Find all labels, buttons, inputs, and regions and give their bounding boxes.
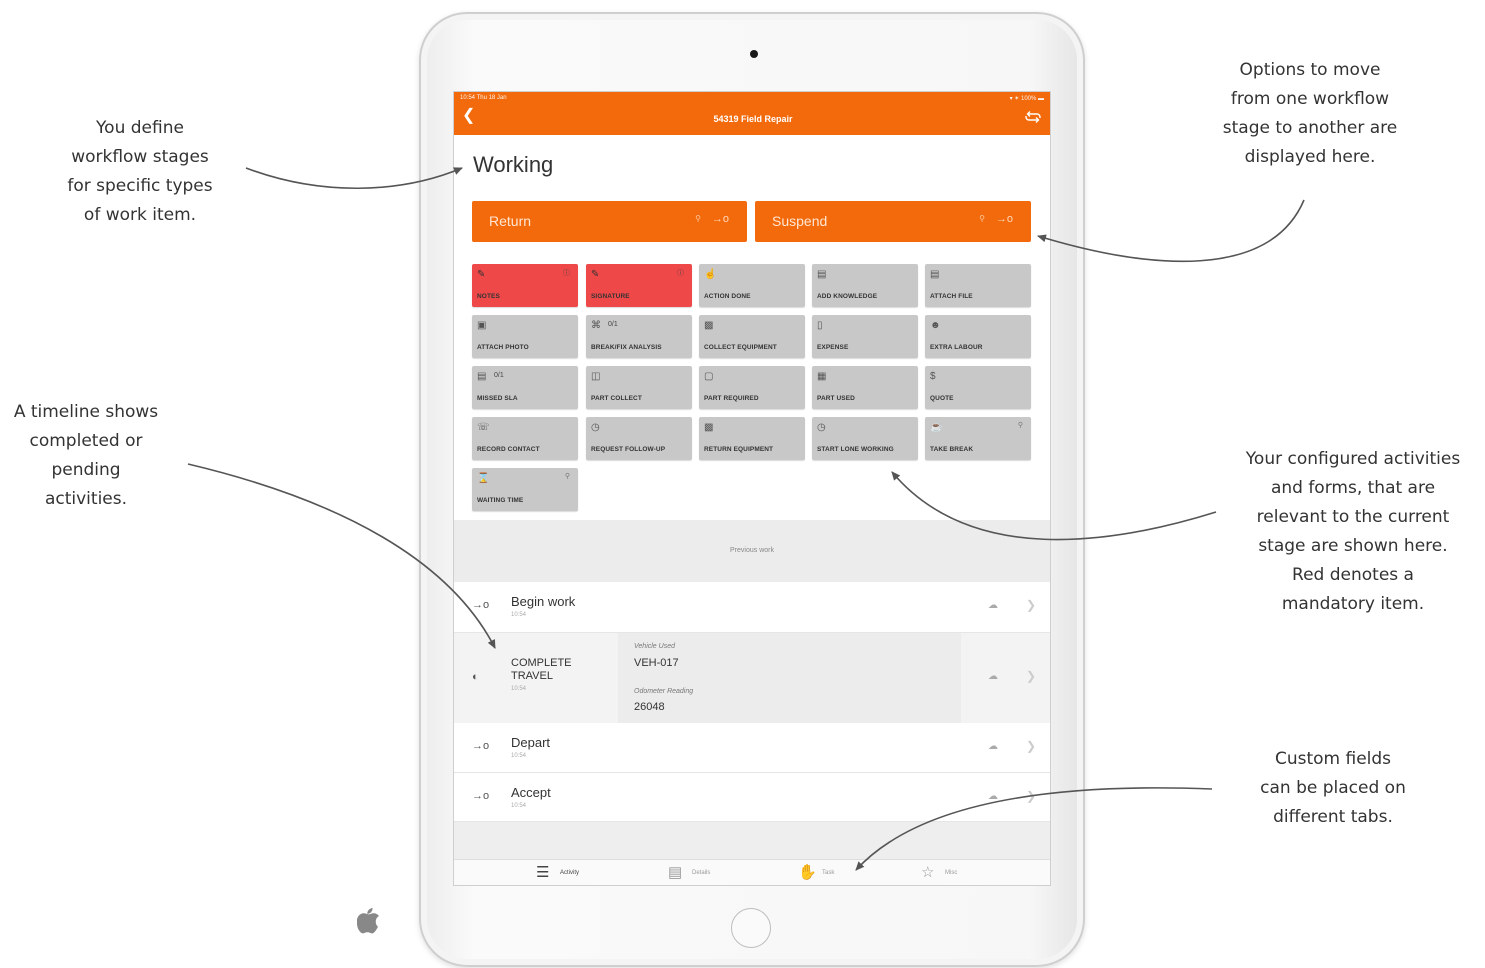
sync-icon[interactable] — [1024, 109, 1042, 125]
location-pin-icon: ⚲ — [979, 214, 985, 223]
activity-part-required[interactable]: ▢ PART REQUIRED — [699, 366, 805, 409]
activity-notes[interactable]: ✎ ⓘ NOTES — [472, 264, 578, 307]
stage-title: Working — [473, 152, 554, 177]
suspend-button[interactable]: Suspend ⚲ →o — [755, 201, 1031, 242]
app-header-bar: 10:54 Thu 18 Jan ▾ ✶ 100% ▬ ❮ 54319 Fiel… — [454, 92, 1050, 135]
signature-icon: ✎ — [591, 269, 600, 280]
chevron-right-icon[interactable]: ❯ — [1026, 739, 1036, 753]
worker-icon: ☻ — [930, 320, 941, 331]
contact-icon: ☏ — [477, 422, 490, 433]
location-pin-icon: ⚲ — [564, 473, 570, 480]
job-title: 54319 Field Repair — [713, 114, 793, 124]
timeline-row-begin-work[interactable]: →o Begin work 10:54 ☁ ❯ — [454, 582, 1050, 633]
document-icon: ▤ — [817, 269, 827, 280]
tab-bar: ☰ Activity ▤ Details ✋ Task ☆ Misc — [454, 859, 1050, 885]
alarm-icon: ◷ — [591, 422, 600, 433]
timeline-row-complete-travel[interactable]: Vehicle Used VEH-017 Odometer Reading 26… — [454, 633, 1050, 723]
hourglass-icon: ⌛ — [477, 473, 490, 484]
annotation-custom-fields: Custom fields can be placed on different… — [1260, 749, 1406, 827]
file-icon: ▤ — [930, 269, 940, 280]
activity-collect-equipment[interactable]: ▩ COLLECT EQUIPMENT — [699, 315, 805, 358]
apple-logo-icon — [357, 908, 379, 934]
previous-work-label: Previous work — [730, 547, 774, 554]
timeline-row-depart[interactable]: →o Depart 10:54 ☁ ❯ — [454, 723, 1050, 773]
timeline-row-accept[interactable]: →o Accept 10:54 ☁ ❯ — [454, 773, 1050, 822]
activity-break-fix-analysis[interactable]: ⌘ 0/1 BREAK/FIX ANALYSIS — [586, 315, 692, 358]
chevron-right-icon[interactable]: ❯ — [1026, 669, 1036, 683]
arrow-transition-icon: →o — [995, 213, 1013, 225]
chevron-right-icon[interactable]: ❯ — [1026, 598, 1036, 612]
activity-extra-labour[interactable]: ☻ EXTRA LABOUR — [925, 315, 1031, 358]
activity-attach-file[interactable]: ▤ ATTACH FILE — [925, 264, 1031, 307]
activity-quote[interactable]: $ QUOTE — [925, 366, 1031, 409]
money-icon: ▯ — [817, 320, 823, 331]
equipment-icon: ▩ — [704, 422, 714, 433]
activity-part-collect[interactable]: ◫ PART COLLECT — [586, 366, 692, 409]
activity-request-follow-up[interactable]: ◷ REQUEST FOLLOW-UP — [586, 417, 692, 460]
return-button[interactable]: Return ⚲ →o — [472, 201, 747, 242]
return-label: Return — [489, 213, 532, 229]
coffee-icon: ☕ — [930, 422, 943, 433]
camera-icon: ▣ — [477, 320, 487, 331]
alarm-icon: ◷ — [817, 422, 826, 433]
custom-fields-panel: Vehicle Used VEH-017 Odometer Reading 26… — [618, 633, 961, 723]
hand-icon: ✋ — [798, 864, 817, 881]
cloud-upload-icon: ☁ — [988, 791, 998, 802]
mandatory-icon: ⓘ — [563, 270, 570, 277]
document-icon: ▤ — [668, 864, 683, 881]
barcode-icon: ▦ — [817, 371, 827, 382]
annotation-timeline: A timeline shows completed or pending ac… — [13, 402, 159, 509]
tab-details[interactable]: ▤ Details — [668, 860, 748, 885]
annotation-transition-options: Options to move from one workflow stage … — [1222, 60, 1398, 167]
activity-part-used[interactable]: ▦ PART USED — [812, 366, 918, 409]
activity-record-contact[interactable]: ☏ RECORD CONTACT — [472, 417, 578, 460]
app-screen: 10:54 Thu 18 Jan ▾ ✶ 100% ▬ ❮ 54319 Fiel… — [453, 91, 1051, 886]
activity-count: 0/1 — [608, 321, 618, 328]
activity-waiting-time[interactable]: ⌛ ⚲ WAITING TIME — [472, 468, 578, 511]
cloud-upload-icon: ☁ — [988, 671, 998, 682]
box-icon: ▢ — [704, 371, 714, 382]
notes-icon: ✎ — [477, 269, 486, 280]
status-time: 10:54 Thu 18 Jan — [460, 95, 507, 101]
annotation-activities: Your configured activities and forms, th… — [1245, 449, 1461, 614]
tab-misc[interactable]: ☆ Misc — [921, 860, 1001, 885]
arrow-transition-icon: →o — [472, 599, 490, 611]
cloud-upload-icon: ☁ — [988, 600, 998, 611]
activity-start-lone-working[interactable]: ◷ START LONE WORKING — [812, 417, 918, 460]
timeline-end-band — [454, 822, 1050, 859]
activity-take-break[interactable]: ☕ ⚲ TAKE BREAK — [925, 417, 1031, 460]
mandatory-icon: ⓘ — [677, 270, 684, 277]
suspend-label: Suspend — [772, 213, 828, 229]
sla-icon: ▤ — [477, 371, 487, 382]
activity-return-equipment[interactable]: ▩ RETURN EQUIPMENT — [699, 417, 805, 460]
activity-expense[interactable]: ▯ EXPENSE — [812, 315, 918, 358]
hand-pointer-icon: ☝ — [704, 269, 717, 280]
activity-count: 0/1 — [494, 372, 504, 379]
location-pin-icon: ⚲ — [695, 214, 701, 223]
status-indicators: ▾ ✶ 100% ▬ — [1009, 96, 1044, 102]
arrow-transition-icon: →o — [472, 790, 490, 802]
arrow-transition-icon: →o — [472, 740, 490, 752]
activity-action-done[interactable]: ☝ ACTION DONE — [699, 264, 805, 307]
equipment-icon: ▩ — [704, 320, 714, 331]
wrench-icon: ⌘ — [591, 320, 601, 331]
activity-attach-photo[interactable]: ▣ ATTACH PHOTO — [472, 315, 578, 358]
cloud-upload-icon: ☁ — [988, 741, 998, 752]
activity-missed-sla[interactable]: ▤ 0/1 MISSED SLA — [472, 366, 578, 409]
annotation-workflow-stages: You define workflow stages for specific … — [67, 118, 213, 225]
car-icon: ◐ — [472, 671, 479, 683]
camera-icon — [750, 50, 758, 58]
home-button[interactable] — [731, 908, 771, 948]
list-icon: ☰ — [536, 864, 550, 881]
arrow-transition-icon: →o — [711, 213, 729, 225]
dollar-icon: $ — [930, 371, 936, 382]
boxes-icon: ◫ — [591, 371, 601, 382]
activity-add-knowledge[interactable]: ▤ ADD KNOWLEDGE — [812, 264, 918, 307]
tab-task[interactable]: ✋ Task — [798, 860, 878, 885]
chevron-right-icon[interactable]: ❯ — [1026, 789, 1036, 803]
activity-signature[interactable]: ✎ ⓘ SIGNATURE — [586, 264, 692, 307]
tab-activity[interactable]: ☰ Activity — [536, 860, 616, 885]
star-icon: ☆ — [921, 864, 935, 881]
location-pin-icon: ⚲ — [1017, 422, 1023, 429]
